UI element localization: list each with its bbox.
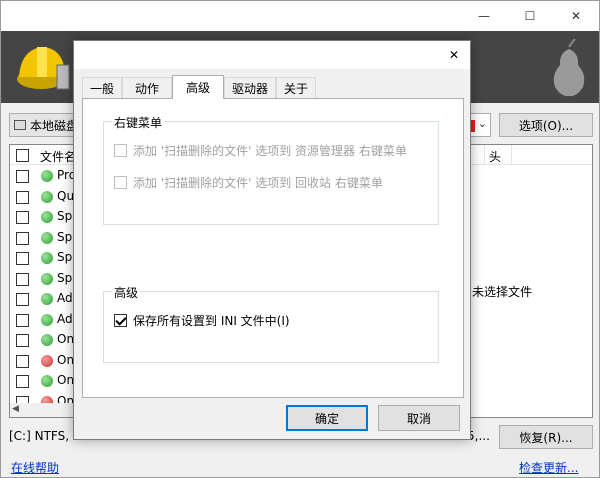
save-ini-option[interactable]: 保存所有设置到 INI 文件中(I) — [114, 312, 290, 329]
tab-advanced[interactable]: 高级 — [172, 75, 224, 99]
check-updates-link[interactable]: 检查更新... — [519, 459, 578, 476]
drive-selector[interactable]: 本地磁盘 — [9, 113, 79, 137]
row-checkbox[interactable] — [16, 190, 29, 204]
chevron-down-icon: ⌄ — [477, 117, 487, 130]
state-excellent-icon — [41, 252, 53, 264]
state-excellent-icon — [41, 272, 53, 285]
select-all-checkbox[interactable] — [16, 149, 29, 162]
recycle-bin-context-checkbox[interactable] — [114, 176, 127, 189]
explorer-context-checkbox[interactable] — [114, 144, 127, 157]
recycle-bin-context-label: 添加 '扫描删除的文件' 选项到 回收站 右键菜单 — [133, 176, 383, 190]
advanced-group: 高级 保存所有设置到 INI 文件中(I) — [103, 284, 439, 363]
save-ini-checkbox[interactable] — [114, 314, 127, 327]
dialog-title-bar: ✕ — [74, 41, 470, 69]
online-help-link[interactable]: 在线帮助 — [11, 459, 59, 476]
tab-about[interactable]: 关于 — [276, 77, 316, 98]
row-checkbox[interactable] — [16, 211, 29, 224]
cancel-button[interactable]: 取消 — [378, 405, 460, 431]
recycle-bin-context-option[interactable]: 添加 '扫描删除的文件' 选项到 回收站 右键菜单 — [114, 174, 383, 191]
maximize-button[interactable]: ☐ — [507, 1, 553, 31]
tab-general[interactable]: 一般 — [82, 77, 122, 98]
ok-button[interactable]: 确定 — [286, 405, 368, 431]
state-excellent-icon — [41, 190, 53, 203]
row-checkbox[interactable] — [16, 313, 29, 327]
save-ini-label: 保存所有设置到 INI 文件中(I) — [133, 314, 290, 328]
drive-label: 本地磁盘 — [29, 118, 78, 133]
row-checkbox[interactable] — [16, 252, 29, 265]
row-checkbox[interactable] — [16, 272, 29, 286]
options-dialog: ✕ 一般 动作 高级 驱动器 关于 右键菜单 添加 '扫描删除的文件' 选项到 … — [73, 40, 471, 440]
row-checkbox[interactable] — [16, 231, 29, 245]
state-excellent-icon — [41, 293, 53, 305]
advanced-tab-page: 右键菜单 添加 '扫描删除的文件' 选项到 资源管理器 右键菜单 添加 '扫描删… — [82, 98, 464, 398]
column-header-filename[interactable]: 文件名 — [40, 148, 76, 165]
minimize-button[interactable]: — — [461, 1, 507, 31]
explorer-context-option[interactable]: 添加 '扫描删除的文件' 选项到 资源管理器 右键菜单 — [114, 142, 407, 159]
row-checkbox[interactable] — [16, 293, 29, 306]
restore-button[interactable]: 恢复(R)... — [499, 425, 593, 449]
advanced-group-title: 高级 — [112, 284, 141, 301]
no-selection-text: 未选择文件 — [472, 285, 533, 299]
row-checkbox[interactable] — [16, 354, 29, 368]
state-excellent-icon — [41, 334, 53, 346]
tab-drives[interactable]: 驱动器 — [224, 77, 276, 98]
state-excellent-icon — [41, 231, 53, 244]
state-excellent-icon — [41, 313, 53, 326]
close-button[interactable]: ✕ — [553, 1, 599, 31]
row-checkbox[interactable] — [16, 375, 29, 388]
state-excellent-icon — [41, 375, 53, 387]
context-menu-group-title: 右键菜单 — [112, 114, 165, 131]
context-menu-group: 右键菜单 添加 '扫描删除的文件' 选项到 资源管理器 右键菜单 添加 '扫描删… — [103, 114, 439, 225]
dialog-close-icon[interactable]: ✕ — [438, 41, 470, 69]
column-header-head[interactable]: 头 — [484, 145, 512, 165]
row-checkbox[interactable] — [16, 170, 29, 183]
state-excellent-icon — [41, 170, 53, 182]
options-button[interactable]: 选项(O)... — [499, 113, 593, 137]
scroll-left-icon[interactable]: ◀ — [12, 404, 19, 414]
hard-drive-icon — [14, 120, 26, 130]
row-checkbox[interactable] — [16, 334, 29, 347]
state-unrecoverable-icon — [41, 354, 53, 367]
explorer-context-label: 添加 '扫描删除的文件' 选项到 资源管理器 右键菜单 — [133, 144, 407, 158]
tab-actions[interactable]: 动作 — [122, 77, 172, 98]
state-excellent-icon — [41, 211, 53, 223]
file-name: Qu — [57, 188, 75, 203]
pear-logo-icon — [553, 39, 585, 97]
recuva-logo-icon — [17, 47, 70, 90]
title-bar: — ☐ ✕ — [1, 1, 599, 31]
